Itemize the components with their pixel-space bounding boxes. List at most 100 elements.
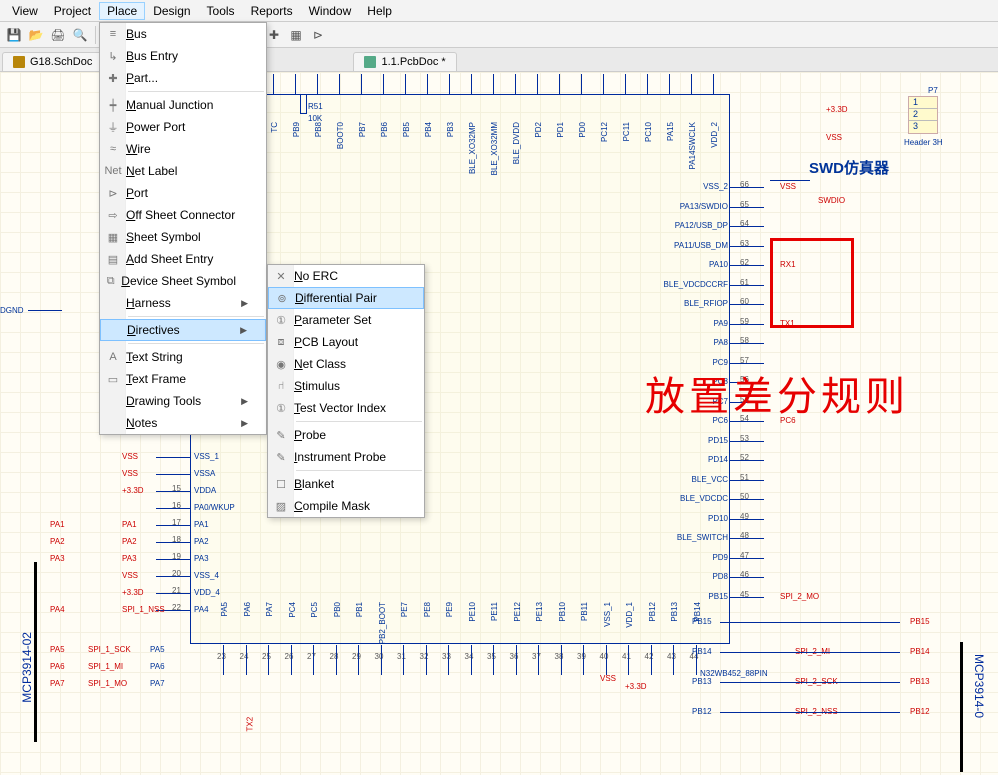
menu-icon: A	[100, 346, 126, 368]
pin-name: PA1	[194, 520, 209, 529]
menu-help[interactable]: Help	[359, 2, 400, 20]
pin-name: PA10	[709, 260, 728, 269]
pin-name: PB15	[692, 617, 712, 626]
tool-sheet-icon[interactable]: ▦	[286, 25, 306, 45]
tool-port-icon[interactable]: ⊳	[308, 25, 328, 45]
swd-label: SWD仿真器	[809, 157, 889, 178]
place-item-manual-junction[interactable]: ┿Manual Junction	[100, 94, 266, 116]
directives-item-no-erc[interactable]: ✕No ERC	[268, 265, 424, 287]
net-label: PA4	[50, 605, 65, 614]
tab-schdoc-1[interactable]: G18.SchDoc	[2, 52, 103, 71]
menu-label: Part...	[126, 71, 248, 85]
dgnd-port: DGND	[0, 306, 24, 315]
directives-item-compile-mask[interactable]: ▨Compile Mask	[268, 495, 424, 517]
place-item-drawing-tools[interactable]: Drawing Tools▶	[100, 390, 266, 412]
pin-name: BLE_XO32MM	[490, 122, 499, 175]
place-item-part-[interactable]: ✚Part...	[100, 67, 266, 89]
place-item-bus[interactable]: ≡Bus	[100, 23, 266, 45]
pin-name: VSS_1	[194, 452, 219, 461]
wire	[28, 310, 62, 311]
directives-item-test-vector-index[interactable]: ①Test Vector Index	[268, 397, 424, 419]
tab-pcbdoc[interactable]: 1.1.PcbDoc *	[353, 52, 456, 71]
menu-label: Wire	[126, 142, 248, 156]
pin-name: BLE_VDCDCCRF	[664, 280, 728, 289]
directives-item-blanket[interactable]: ☐Blanket	[268, 473, 424, 495]
place-item-add-sheet-entry[interactable]: ▤Add Sheet Entry	[100, 248, 266, 270]
tool-zoom-icon[interactable]: 🔍	[70, 25, 90, 45]
pin-num: 41	[622, 652, 631, 661]
net-label: PA2	[122, 537, 137, 546]
annotation-place-diff-rule: 放置差分规则	[645, 364, 909, 422]
pin-num: 33	[442, 652, 451, 661]
menu-tools[interactable]: Tools	[199, 2, 243, 20]
directives-item-net-class[interactable]: ◉Net Class	[268, 353, 424, 375]
menu-label: Net Class	[294, 357, 406, 371]
swdio-net: SWDIO	[818, 196, 845, 205]
menu-label: Sheet Symbol	[126, 230, 248, 244]
pin-name: PD0	[578, 122, 587, 138]
place-item-device-sheet-symbol[interactable]: ⧉Device Sheet Symbol	[100, 270, 266, 292]
submenu-arrow-icon: ▶	[240, 325, 247, 336]
menu-label: Manual Junction	[126, 98, 248, 112]
place-item-power-port[interactable]: ⏚Power Port	[100, 116, 266, 138]
place-dropdown: ≡Bus↳Bus Entry✚Part... ┿Manual Junction⏚P…	[99, 22, 267, 435]
tool-open-icon[interactable]: 📂	[26, 25, 46, 45]
net-label: PA5	[50, 645, 65, 654]
place-item-text-string[interactable]: AText String	[100, 346, 266, 368]
place-item-bus-entry[interactable]: ↳Bus Entry	[100, 45, 266, 67]
directives-item-parameter-set[interactable]: ①Parameter Set	[268, 309, 424, 331]
place-item-sheet-symbol[interactable]: ▦Sheet Symbol	[100, 226, 266, 248]
pin-name: PB4	[424, 122, 433, 137]
pin-name: VDD_1	[625, 602, 634, 628]
place-item-off-sheet-connector[interactable]: ⇨Off Sheet Connector	[100, 204, 266, 226]
menu-design[interactable]: Design	[145, 2, 198, 20]
net-label: +3.3D	[122, 588, 144, 597]
tool-save-icon[interactable]: 💾	[4, 25, 24, 45]
directives-item-probe[interactable]: ✎Probe	[268, 424, 424, 446]
submenu-arrow-icon: ▶	[241, 298, 248, 309]
menu-icon: ⇨	[100, 204, 126, 226]
pin-name: PA4	[194, 605, 209, 614]
place-item-notes[interactable]: Notes▶	[100, 412, 266, 434]
pin-num: 40	[600, 652, 609, 661]
place-item-wire[interactable]: ≈Wire	[100, 138, 266, 160]
tool-print-icon[interactable]: 🖨	[48, 25, 68, 45]
pin-name: PB11	[580, 602, 589, 621]
place-item-net-label[interactable]: NetNet Label	[100, 160, 266, 182]
menu-label: Harness	[126, 296, 241, 310]
menu-window[interactable]: Window	[301, 2, 360, 20]
menu-icon: ▨	[268, 495, 294, 517]
menu-reports[interactable]: Reports	[243, 2, 301, 20]
place-item-directives[interactable]: Directives▶	[100, 319, 266, 341]
net-label: SPI_1_MO	[88, 679, 127, 688]
place-item-harness[interactable]: Harness▶	[100, 292, 266, 314]
pin-name: PC10	[644, 122, 653, 142]
place-item-port[interactable]: ⊳Port	[100, 182, 266, 204]
pin-name: PC4	[288, 602, 297, 618]
place-item-text-frame[interactable]: ▭Text Frame	[100, 368, 266, 390]
directives-item-pcb-layout[interactable]: ⧈PCB Layout	[268, 331, 424, 353]
directives-item-stimulus[interactable]: ⑁Stimulus	[268, 375, 424, 397]
menu-view[interactable]: View	[4, 2, 46, 20]
menu-place[interactable]: Place	[99, 2, 145, 20]
net-label: SPI_1_MI	[88, 662, 123, 671]
pin-name: TC	[270, 122, 279, 133]
menu-label: Instrument Probe	[294, 450, 406, 464]
pin-name: BLE_XO32MP	[468, 122, 477, 174]
menu-project[interactable]: Project	[46, 2, 99, 20]
net-label: PB12	[910, 707, 930, 716]
pin-name: PA6	[243, 602, 252, 617]
pin-num: 29	[352, 652, 361, 661]
pin-name: PD2	[534, 122, 543, 138]
pin-name: PE8	[423, 602, 432, 617]
tool-part-icon[interactable]: ✚	[264, 25, 284, 45]
menu-label: Test Vector Index	[294, 401, 406, 415]
pin-name: PE11	[490, 602, 499, 621]
directives-item-differential-pair[interactable]: ⊚Differential Pair	[268, 287, 424, 309]
net-label: PA3	[122, 554, 137, 563]
sch-icon	[13, 56, 25, 68]
directives-item-instrument-probe[interactable]: ✎Instrument Probe	[268, 446, 424, 468]
pin-name: PB14	[692, 647, 712, 656]
pin-name: PB9	[292, 122, 301, 137]
menu-label: Port	[126, 186, 248, 200]
